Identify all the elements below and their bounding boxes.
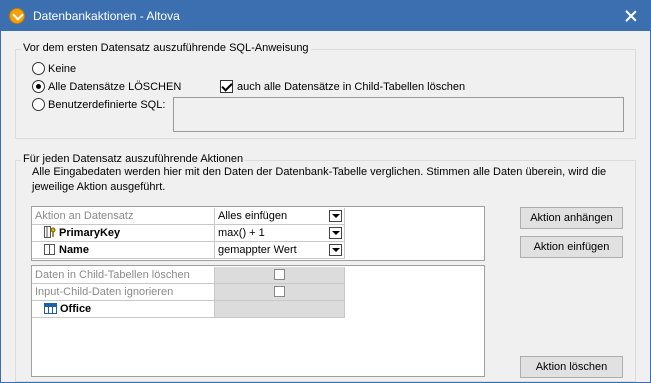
dialog-window: Datenbankaktionen - Altova Vor dem erste…: [0, 0, 651, 383]
radio-none[interactable]: Keine: [32, 62, 76, 75]
action-grid-row: Name gemappter Wert: [32, 242, 484, 259]
close-icon[interactable]: [618, 4, 644, 28]
primary-key-value: max() + 1: [218, 227, 265, 239]
action-grid: Aktion an Datensatz Alles einfügen Prima…: [31, 206, 485, 261]
ignore-input-child-cell: [215, 284, 345, 301]
insert-action-button[interactable]: Aktion einfügen: [520, 236, 623, 258]
sql-group-label: Vor dem ersten Datensatz auszuführende S…: [21, 42, 311, 54]
delete-child-tables-checkbox[interactable]: auch alle Datensätze in Child-Tabellen l…: [220, 80, 465, 93]
delete-child-data-cell: [215, 267, 345, 284]
radio-delete-all[interactable]: Alle Datensätze LÖSCHEN: [32, 80, 181, 93]
options-grid-row: Office: [32, 301, 484, 318]
chevron-down-icon[interactable]: [329, 244, 342, 256]
chevron-down-icon[interactable]: [329, 210, 342, 222]
office-table-label: Office: [32, 301, 215, 318]
append-action-button[interactable]: Aktion anhängen: [520, 207, 623, 229]
action-grid-row: Aktion an Datensatz Alles einfügen: [32, 208, 484, 225]
name-dropdown[interactable]: gemappter Wert: [215, 242, 345, 259]
office-table-text: Office: [60, 303, 92, 315]
name-value: gemappter Wert: [218, 244, 297, 256]
primary-key-icon: [44, 226, 56, 238]
action-on-record-value: Alles einfügen: [218, 210, 288, 222]
options-grid: Daten in Child-Tabellen löschen Input-Ch…: [31, 265, 485, 377]
office-table-cell: [215, 301, 345, 318]
altova-app-icon: [9, 8, 25, 24]
custom-sql-input[interactable]: [173, 97, 624, 132]
radio-custom-sql[interactable]: Benutzerdefinierte SQL:: [32, 98, 165, 111]
column-icon: [44, 244, 55, 255]
delete-child-tables-checkbox-box[interactable]: [220, 80, 233, 93]
table-icon: [44, 303, 57, 314]
radio-none-label: Keine: [48, 62, 77, 75]
action-on-record-dropdown[interactable]: Alles einfügen: [215, 208, 345, 225]
radio-delete-all-circle[interactable]: [32, 80, 45, 93]
delete-child-tables-label: auch alle Datensätze in Child-Tabellen l…: [237, 80, 466, 93]
primary-key-text: PrimaryKey: [59, 227, 121, 239]
options-grid-row: Daten in Child-Tabellen löschen: [32, 267, 484, 284]
delete-child-data-checkbox[interactable]: [274, 269, 285, 280]
actions-group-label: Für jeden Datensatz auszuführende Aktion…: [21, 153, 246, 165]
primary-key-dropdown[interactable]: max() + 1: [215, 225, 345, 242]
delete-action-button[interactable]: Aktion löschen: [520, 356, 623, 378]
radio-none-circle[interactable]: [32, 62, 45, 75]
name-label: Name: [32, 242, 215, 259]
radio-custom-sql-circle[interactable]: [32, 98, 45, 111]
title-bar: Datenbankaktionen - Altova: [1, 1, 650, 31]
chevron-down-icon[interactable]: [329, 227, 342, 239]
radio-custom-sql-label: Benutzerdefinierte SQL:: [48, 98, 166, 111]
window-title: Datenbankaktionen - Altova: [33, 9, 180, 23]
options-grid-row: Input-Child-Daten ignorieren: [32, 284, 484, 301]
action-grid-row: PrimaryKey max() + 1: [32, 225, 484, 242]
action-on-record-label: Aktion an Datensatz: [32, 208, 215, 225]
ignore-input-child-label: Input-Child-Daten ignorieren: [32, 284, 215, 301]
ignore-input-child-checkbox[interactable]: [274, 286, 285, 297]
radio-delete-all-label: Alle Datensätze LÖSCHEN: [48, 80, 182, 93]
delete-child-data-label: Daten in Child-Tabellen löschen: [32, 267, 215, 284]
actions-description: Alle Eingabedaten werden hier mit den Da…: [32, 166, 607, 193]
name-text: Name: [59, 244, 89, 256]
primary-key-label: PrimaryKey: [32, 225, 215, 242]
